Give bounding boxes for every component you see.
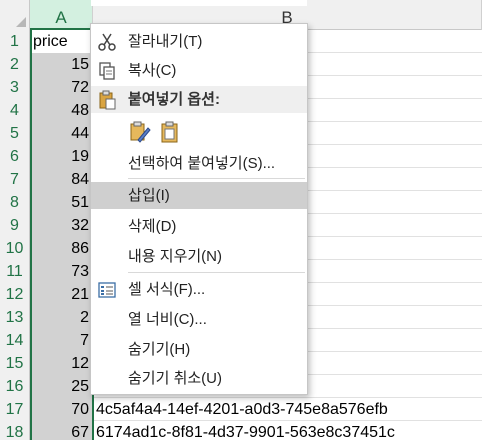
menu-item-label: 삽입(I) bbox=[128, 187, 170, 204]
paste-option-icons bbox=[128, 120, 208, 146]
cell-a[interactable]: 48 bbox=[30, 99, 93, 122]
copy-icon bbox=[97, 61, 117, 81]
menu-item-label: 셀 서식(F)... bbox=[128, 281, 206, 298]
paste-clipboard-icon[interactable] bbox=[158, 120, 182, 144]
cell-a[interactable]: 2 bbox=[30, 306, 93, 329]
select-all-triangle-icon bbox=[16, 17, 26, 27]
menu-item-label: 잘라내기(T) bbox=[128, 33, 203, 50]
menu-item-unhide[interactable]: 숨기기 취소(U) bbox=[91, 365, 307, 392]
scissors-icon bbox=[97, 32, 117, 52]
cell-a[interactable]: 84 bbox=[30, 168, 93, 191]
cell-a[interactable]: 7 bbox=[30, 329, 93, 352]
menu-item-column-width[interactable]: 열 너비(C)... bbox=[91, 306, 307, 333]
menu-item-label: 선택하여 붙여넣기(S)... bbox=[128, 155, 276, 172]
menu-separator bbox=[128, 178, 305, 179]
table-row: 18 67 6174ad1c-8f81-4d37-9901-563e8c37451c bbox=[0, 421, 482, 440]
menu-separator bbox=[128, 272, 305, 273]
cell-a[interactable]: 51 bbox=[30, 191, 93, 214]
cell-a[interactable]: 70 bbox=[30, 398, 93, 421]
menu-item-label: 복사(C) bbox=[128, 62, 177, 79]
row-number[interactable]: 1 bbox=[0, 30, 30, 53]
row-number[interactable]: 4 bbox=[0, 99, 30, 122]
row-number[interactable]: 18 bbox=[0, 421, 30, 440]
select-all-corner[interactable] bbox=[0, 0, 30, 30]
menu-top-strip bbox=[91, 0, 307, 6]
row-number[interactable]: 10 bbox=[0, 237, 30, 260]
cell-b[interactable]: 4c5af4a4-14ef-4201-a0d3-745e8a576efb bbox=[93, 398, 482, 421]
table-row: 17 70 4c5af4a4-14ef-4201-a0d3-745e8a576efb bbox=[0, 398, 482, 421]
menu-item-label: 삭제(D) bbox=[128, 218, 177, 235]
paste-formatting-icon[interactable] bbox=[128, 120, 152, 144]
menu-item-label: 열 너비(C)... bbox=[128, 311, 207, 328]
row-number[interactable]: 6 bbox=[0, 145, 30, 168]
row-number[interactable]: 16 bbox=[0, 375, 30, 398]
row-number[interactable]: 9 bbox=[0, 214, 30, 237]
menu-section-label: 붙여넣기 옵션: bbox=[128, 91, 220, 108]
row-number[interactable]: 14 bbox=[0, 329, 30, 352]
cell-a[interactable]: 12 bbox=[30, 352, 93, 375]
row-number[interactable]: 2 bbox=[0, 53, 30, 76]
cell-a[interactable]: 32 bbox=[30, 214, 93, 237]
row-number[interactable]: 13 bbox=[0, 306, 30, 329]
row-number[interactable]: 12 bbox=[0, 283, 30, 306]
row-number[interactable]: 11 bbox=[0, 260, 30, 283]
menu-item-insert[interactable]: 삽입(I) bbox=[91, 182, 307, 209]
cell-a[interactable]: 86 bbox=[30, 237, 93, 260]
menu-item-delete[interactable]: 삭제(D) bbox=[91, 213, 307, 240]
column-header-a[interactable]: A bbox=[30, 0, 93, 30]
menu-section-paste-options: 붙여넣기 옵션: bbox=[91, 86, 307, 113]
cell-a[interactable]: 15 bbox=[30, 53, 93, 76]
menu-item-format-cells[interactable]: 셀 서식(F)... bbox=[91, 276, 307, 303]
context-menu: 잘라내기(T) 복사(C) 붙여넣기 옵션: 선택하여 붙여넣기(S)... 삽… bbox=[90, 23, 308, 395]
cell-a[interactable]: 73 bbox=[30, 260, 93, 283]
menu-item-cut[interactable]: 잘라내기(T) bbox=[91, 28, 307, 55]
cell-b[interactable]: 6174ad1c-8f81-4d37-9901-563e8c37451c bbox=[93, 421, 482, 440]
menu-item-copy[interactable]: 복사(C) bbox=[91, 57, 307, 84]
cell-a[interactable]: 44 bbox=[30, 122, 93, 145]
row-number[interactable]: 7 bbox=[0, 168, 30, 191]
row-number[interactable]: 3 bbox=[0, 76, 30, 99]
cell-a[interactable]: 67 bbox=[30, 421, 93, 440]
row-number[interactable]: 15 bbox=[0, 352, 30, 375]
menu-item-label: 숨기기 취소(U) bbox=[128, 370, 222, 387]
cell-a[interactable]: price bbox=[30, 30, 93, 53]
cell-a[interactable]: 72 bbox=[30, 76, 93, 99]
menu-item-hide[interactable]: 숨기기(H) bbox=[91, 336, 307, 363]
clipboard-icon bbox=[97, 90, 117, 110]
row-number[interactable]: 8 bbox=[0, 191, 30, 214]
menu-item-paste-special[interactable]: 선택하여 붙여넣기(S)... bbox=[91, 150, 307, 177]
menu-item-clear-contents[interactable]: 내용 지우기(N) bbox=[91, 243, 307, 270]
row-number[interactable]: 5 bbox=[0, 122, 30, 145]
format-cells-icon bbox=[97, 280, 117, 300]
menu-item-label: 숨기기(H) bbox=[128, 341, 191, 358]
cell-a[interactable]: 19 bbox=[30, 145, 93, 168]
menu-item-label: 내용 지우기(N) bbox=[128, 248, 222, 265]
row-number[interactable]: 17 bbox=[0, 398, 30, 421]
cell-a[interactable]: 25 bbox=[30, 375, 93, 398]
cell-a[interactable]: 21 bbox=[30, 283, 93, 306]
